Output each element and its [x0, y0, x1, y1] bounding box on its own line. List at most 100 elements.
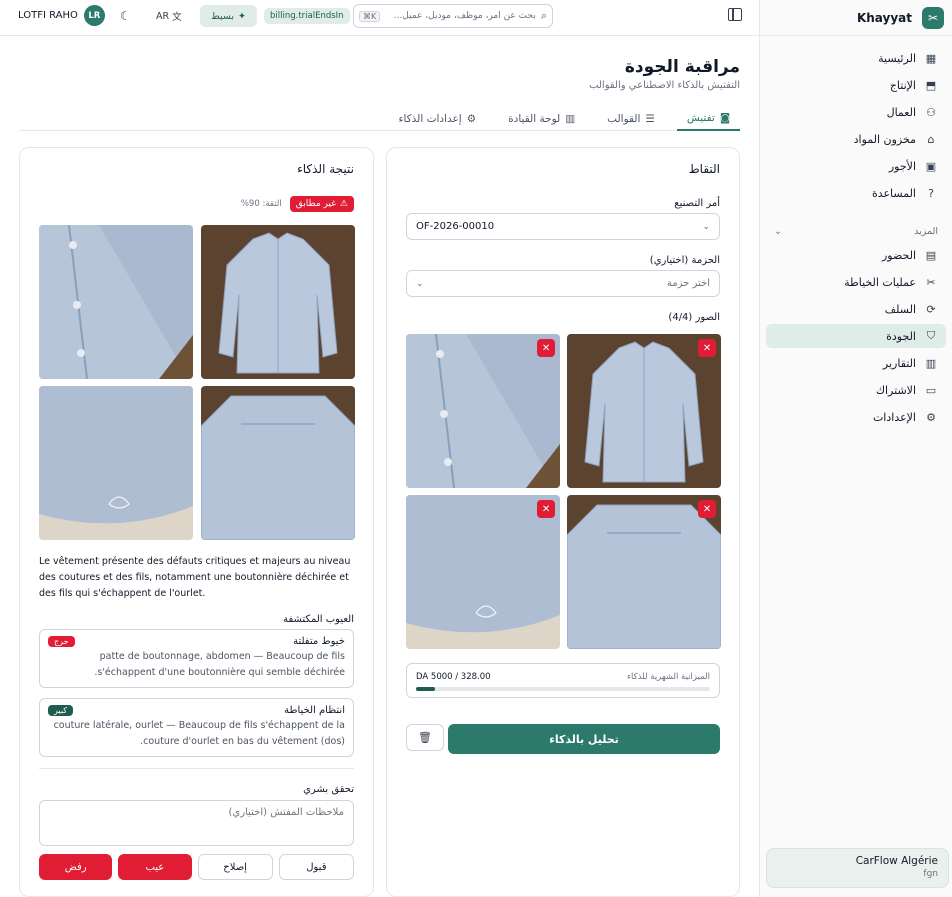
budget-label: الميزانية الشهرية للذكاء [627, 672, 710, 682]
ai-result-card: نتيجة الذكاء ⚠ غير مطابق الثقة: 90% Le v… [19, 147, 374, 897]
advance-icon: ⟳ [926, 302, 936, 316]
translate-icon: 文 [172, 12, 182, 23]
budget-amount: DA 5000 / 328.00 [416, 672, 491, 682]
calendar-icon: ▤ [925, 248, 937, 262]
tab-ai-settings[interactable]: ⚙ إعدادات الذكاء [389, 107, 487, 131]
search-input[interactable]: بحث عن أمر، موظف، موديل، عميل... [385, 11, 536, 21]
app-name: Khayyat [856, 10, 912, 25]
remove-photo-button[interactable]: ✕ [698, 339, 716, 357]
camera-icon: ◙ [719, 112, 730, 124]
chevron-down-icon: ⌄ [702, 221, 710, 232]
reports-icon: ▥ [925, 356, 937, 370]
sidebar-item-home[interactable]: ▦ الرئيسية [766, 46, 946, 70]
production-icon: ⬒ [925, 78, 937, 92]
photo-front: ✕ [567, 334, 721, 488]
budget-progress-bar [416, 687, 710, 691]
repair-button[interactable]: إصلاح [197, 854, 273, 880]
shirt-back-image [201, 386, 355, 540]
mode-toggle[interactable]: ✦ بسيط [200, 5, 257, 27]
tabs: ◙ تفتيش ☰ القوالب ▥ لوحة القيادة ⚙ إعدادات ا… [19, 107, 740, 131]
shirt-closeup-image [406, 334, 560, 488]
sidebar-item-label: السلف [884, 302, 916, 316]
sidebar-item-label: الإعدادات [872, 410, 916, 424]
sidebar-more-label: المزيد [914, 225, 938, 237]
remove-photo-button[interactable]: ✕ [537, 339, 555, 357]
order-value: OF-2026-00010 [416, 221, 495, 232]
organization-switcher[interactable]: CarFlow Algérie fgn [766, 848, 949, 888]
divider [39, 768, 354, 769]
defect-description: patte de boutonnage, abdomen — Beaucoup … [94, 651, 345, 678]
analyze-ai-button[interactable]: تحليل بالذكاء [448, 724, 720, 754]
sidebar-item-attendance[interactable]: ▤ الحضور [766, 243, 946, 267]
user-menu[interactable]: LOTFI RAHO LR [18, 5, 105, 26]
page-title: مراقبة الجودة [624, 57, 740, 77]
defect-item: انتظام الخياطة كبير couture latérale, ou… [39, 698, 354, 757]
sidebar-item-reports[interactable]: ▥ التقارير [766, 351, 946, 375]
topbar: LOTFI RAHO LR ☾ AR 文 ✦ بسيط billing.tria… [0, 0, 759, 36]
tab-label: القوالب [607, 113, 641, 125]
tab-label: تفتيش [686, 112, 715, 124]
shirt-hem-image [39, 386, 193, 540]
order-select[interactable]: OF-2026-00010 ⌄ [406, 213, 720, 240]
inspector-notes-input[interactable] [39, 800, 354, 846]
sidebar-item-label: الأجور [888, 159, 916, 173]
sidebar-toggle-icon[interactable] [728, 8, 742, 21]
tab-inspection[interactable]: ◙ تفتيش [676, 107, 740, 131]
defect-button[interactable]: عيب [118, 854, 192, 880]
org-sub: fgn [923, 869, 938, 879]
wages-icon: ▣ [925, 159, 937, 173]
sidebar-item-production[interactable]: ⬒ الإنتاج [766, 73, 946, 97]
language-switch[interactable]: AR 文 [156, 9, 182, 24]
sidebar-header: ✂ Khayyat [760, 0, 952, 36]
verdict-label: غير مطابق [295, 199, 336, 209]
reject-button[interactable]: رفض [39, 854, 113, 880]
bar-chart-icon: ▥ [565, 113, 576, 125]
severity-badge: حرج [48, 636, 75, 647]
trial-badge[interactable]: billing.trialEndsIn [264, 8, 350, 24]
sidebar-item-wages[interactable]: ▣ الأجور [766, 154, 946, 178]
sidebar-item-subscription[interactable]: ▭ الاشتراك [766, 378, 946, 402]
accept-button[interactable]: قبول [278, 854, 354, 880]
decision-actions: قبول إصلاح عيب رفض [39, 854, 354, 880]
defects-heading: العيوب المكتشفة [283, 614, 354, 625]
bundle-select[interactable]: اختر حزمة ⌄ [406, 270, 720, 297]
checklist-icon: ☰ [645, 113, 655, 125]
sidebar-more-toggle[interactable]: المزيد ⌄ [766, 219, 946, 243]
remove-photo-button[interactable]: ✕ [698, 500, 716, 518]
bundle-label: الحزمة (اختياري) [649, 255, 720, 266]
gear-icon: ⚙ [466, 113, 477, 125]
tab-label: لوحة القيادة [508, 113, 561, 125]
sidebar-item-label: الاشتراك [875, 383, 916, 397]
clear-photos-button[interactable]: 🗑 [406, 724, 444, 751]
gear-icon: ⚙ [926, 410, 936, 424]
search-bar[interactable]: ⌕ بحث عن أمر، موظف، موديل، عميل... K⌘ [353, 4, 553, 28]
trash-icon: 🗑 [418, 731, 432, 744]
mode-label: بسيط [211, 10, 235, 22]
sidebar-item-quality[interactable]: ⛉ الجودة [766, 324, 946, 348]
sidebar-item-advances[interactable]: ⟳ السلف [766, 297, 946, 321]
search-icon: ⌕ [540, 9, 547, 22]
sidebar-item-workers[interactable]: ⚇ العمال [766, 100, 946, 124]
tab-templates[interactable]: ☰ القوالب [597, 107, 665, 131]
sidebar-item-label: الرئيسية [878, 51, 916, 65]
sidebar-item-help[interactable]: ? المساعدة [766, 181, 946, 205]
sidebar-item-operations[interactable]: ✂ عمليات الخياطة [766, 270, 946, 294]
sidebar-nav: ▦ الرئيسية ⬒ الإنتاج ⚇ العمال ⌂ مخزون المواد… [760, 36, 952, 429]
chevron-down-icon: ⌄ [774, 225, 782, 237]
sidebar-item-settings[interactable]: ⚙ الإعدادات [766, 405, 946, 429]
theme-toggle-moon-icon[interactable]: ☾ [120, 9, 131, 23]
sidebar-item-inventory[interactable]: ⌂ مخزون المواد [766, 127, 946, 151]
photos-label: الصور (4/4) [668, 312, 720, 323]
shirt-back-image [567, 495, 721, 649]
photo-detail-hem: ✕ [406, 495, 560, 649]
ai-budget: الميزانية الشهرية للذكاء DA 5000 / 328.0… [406, 663, 720, 698]
org-name: CarFlow Algérie [855, 855, 938, 867]
severity-badge: كبير [48, 705, 74, 716]
result-photo-hem [39, 386, 193, 540]
search-shortcut: K⌘ [359, 10, 381, 22]
dashboard-icon: ▦ [925, 51, 937, 65]
language-code: AR [156, 10, 170, 22]
human-check-heading: تحقق بشري [303, 784, 354, 795]
remove-photo-button[interactable]: ✕ [537, 500, 555, 518]
tab-dashboard[interactable]: ▥ لوحة القيادة [498, 107, 585, 131]
